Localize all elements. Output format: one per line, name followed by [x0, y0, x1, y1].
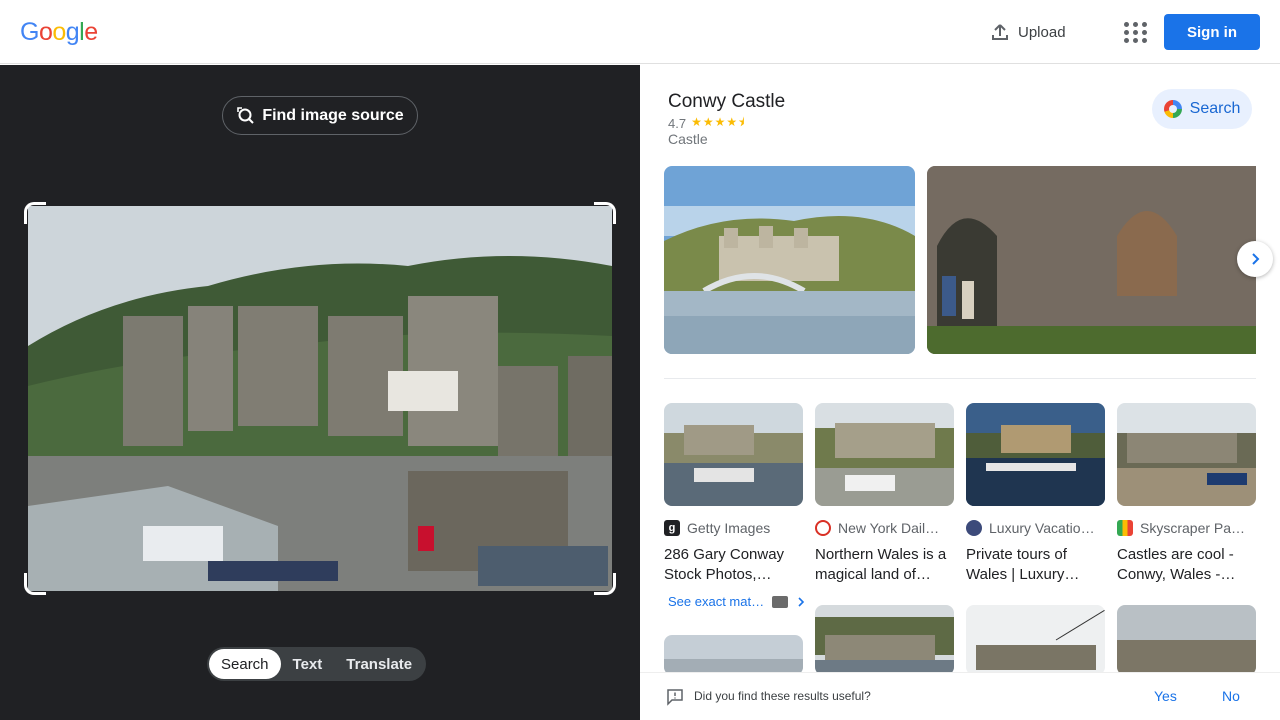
entity-title[interactable]: Conwy Castle — [668, 91, 785, 113]
result-title[interactable]: Northern Wales is a magical land of… — [815, 545, 954, 585]
result-title[interactable]: 286 Gary Conway Stock Photos,… — [664, 545, 803, 585]
apps-grid-icon[interactable] — [1120, 18, 1147, 44]
result-thumbnail[interactable] — [664, 403, 803, 506]
new-york-daily-news-icon — [815, 520, 831, 536]
result-thumbnail[interactable] — [815, 403, 954, 506]
feedback-question: Did you find these results useful? — [694, 689, 871, 703]
crop-selection[interactable] — [24, 202, 616, 595]
result-card[interactable]: New York Dail… Northern Wales is a magic… — [815, 403, 954, 585]
result-thumbnail[interactable] — [815, 605, 954, 675]
google-logo[interactable]: Google — [20, 18, 98, 47]
feedback-no-button[interactable]: No — [1222, 688, 1240, 704]
result-source-name: New York Dail… — [838, 520, 940, 536]
result-card[interactable]: Skyscraper Pa… Castles are cool - Conwy,… — [1117, 403, 1256, 585]
result-thumbnail[interactable] — [664, 635, 803, 675]
exact-match-thumbnail-icon — [772, 595, 789, 608]
results-pane: Conwy Castle 4.7 ★★★★⯨ Castle Search g G… — [640, 65, 1280, 720]
upload-icon — [990, 22, 1010, 42]
result-card[interactable] — [664, 635, 803, 675]
entity-type: Castle — [668, 131, 708, 147]
query-photo — [28, 206, 612, 591]
feedback-yes-button[interactable]: Yes — [1154, 688, 1177, 704]
feedback-bar: Did you find these results useful? Yes N… — [640, 672, 1280, 720]
result-thumbnail[interactable] — [1117, 605, 1256, 675]
result-source: New York Dail… — [815, 520, 954, 536]
chevron-right-icon[interactable] — [1237, 241, 1273, 277]
see-exact-matches-label: See exact mat… — [668, 594, 765, 609]
entity-search-label: Search — [1189, 100, 1241, 117]
entity-image-1[interactable] — [664, 166, 915, 354]
find-image-source-label: Find image source — [262, 106, 404, 124]
feedback-icon — [666, 688, 684, 706]
crop-corner-top-left[interactable] — [24, 202, 46, 224]
lens-search-icon — [236, 106, 256, 126]
result-card[interactable] — [1117, 605, 1256, 675]
query-image-pane: Find image source Search Text Translate — [0, 65, 640, 720]
crop-corner-bottom-left[interactable] — [24, 573, 46, 595]
result-title[interactable]: Castles are cool - Conwy, Wales -… — [1117, 545, 1256, 585]
mode-tab-text[interactable]: Text — [281, 649, 335, 679]
chevron-right-icon — [796, 596, 806, 607]
result-card[interactable]: g Getty Images 286 Gary Conway Stock Pho… — [664, 403, 803, 585]
result-thumbnail[interactable] — [966, 605, 1105, 675]
top-bar: Google Upload Sign in — [0, 0, 1280, 64]
getty-images-icon: g — [664, 520, 680, 536]
google-g-icon — [1163, 100, 1182, 118]
mode-switcher: Search Text Translate — [207, 647, 427, 681]
upload-label: Upload — [1018, 23, 1066, 41]
result-source-name: Skyscraper Pa… — [1140, 520, 1246, 536]
result-thumbnail[interactable] — [966, 403, 1105, 506]
sign-in-button[interactable]: Sign in — [1164, 14, 1260, 50]
result-title[interactable]: Private tours of Wales | Luxury… — [966, 545, 1105, 585]
upload-button[interactable]: Upload — [990, 18, 1066, 46]
result-source: g Getty Images — [664, 520, 803, 536]
result-card[interactable]: Luxury Vacatio… Private tours of Wales |… — [966, 403, 1105, 585]
mode-tab-search[interactable]: Search — [209, 649, 281, 679]
result-source-name: Getty Images — [687, 520, 771, 536]
find-image-source-button[interactable]: Find image source — [222, 96, 418, 135]
skyscraper-page-icon — [1117, 520, 1133, 536]
entity-image-2[interactable] — [927, 166, 1256, 354]
see-exact-matches-link[interactable]: See exact mat… — [668, 594, 806, 609]
result-thumbnail[interactable] — [1117, 403, 1256, 506]
luxury-vacation-icon — [966, 520, 982, 536]
crop-corner-bottom-right[interactable] — [594, 573, 616, 595]
result-source: Luxury Vacatio… — [966, 520, 1105, 536]
result-source: Skyscraper Pa… — [1117, 520, 1256, 536]
mode-tab-translate[interactable]: Translate — [334, 649, 424, 679]
rating-value: 4.7 — [668, 116, 687, 131]
result-card[interactable] — [966, 605, 1105, 675]
result-source-name: Luxury Vacatio… — [989, 520, 1095, 536]
divider — [664, 378, 1256, 379]
crop-corner-top-right[interactable] — [594, 202, 616, 224]
result-card[interactable] — [815, 605, 954, 675]
entity-search-button[interactable]: Search — [1152, 89, 1252, 129]
